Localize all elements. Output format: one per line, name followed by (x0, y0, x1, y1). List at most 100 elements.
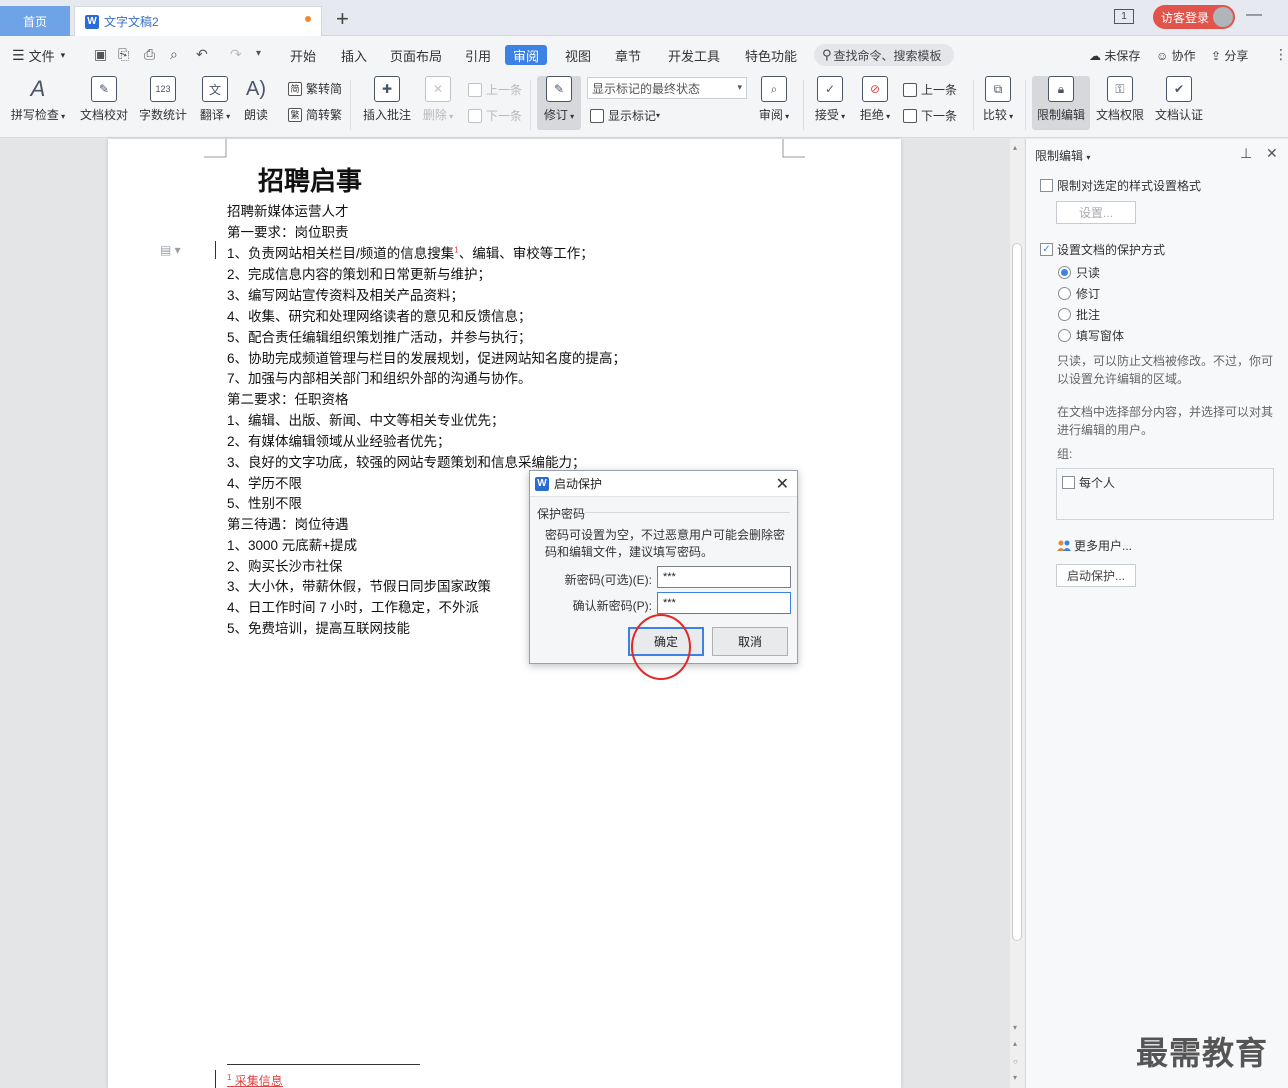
restrict-edit-button[interactable]: 🔒︎ 限制编辑 (1032, 76, 1090, 123)
spell-check-button[interactable]: A 拼写检查 ▾ (8, 76, 68, 123)
cancel-button[interactable]: 取消 (712, 627, 788, 656)
radio-form[interactable]: 填写窗体 (1058, 327, 1124, 344)
next-page-icon[interactable]: ▾ (1013, 1073, 1017, 1082)
panel-title[interactable]: 限制编辑 ▾ (1035, 147, 1090, 164)
document-line: 2、购买长沙市社保 (227, 559, 343, 574)
menu-start[interactable]: 开始 (290, 46, 316, 65)
radio-comment[interactable]: 批注 (1058, 306, 1100, 323)
tab-document[interactable]: W 文字文稿2 (74, 6, 322, 36)
file-menu[interactable]: ☰ 文件 ▾ (12, 46, 65, 65)
ok-button[interactable]: 确定 (628, 627, 704, 656)
print-icon[interactable]: ⎙ (144, 46, 155, 63)
new-tab-button[interactable]: + (336, 8, 349, 30)
prev-comment-button[interactable]: 上一条 (468, 81, 522, 98)
radio-readonly[interactable]: 只读 (1058, 264, 1100, 281)
simp-to-trad-button[interactable]: 繁 简转繁 (288, 106, 342, 123)
document-line: 第三待遇：岗位待遇 (227, 517, 349, 532)
radio-track[interactable]: 修订 (1058, 285, 1100, 302)
prev-change-button[interactable]: 上一条 (903, 81, 957, 98)
paragraph-menu-icon[interactable]: ▤ ▾ (160, 243, 181, 257)
confirm-password-input[interactable]: *** (657, 592, 791, 614)
prev-page-icon[interactable]: ▴ (1013, 1039, 1017, 1048)
page-indicator-icon[interactable]: 1 (1114, 9, 1134, 24)
menu-view[interactable]: 视图 (565, 46, 591, 65)
guest-login-button[interactable]: 访客登录 (1153, 5, 1235, 29)
menu-review[interactable]: 审阅 (505, 45, 547, 65)
document-line: 4、学历不限 (227, 476, 303, 491)
menu-features[interactable]: 特色功能 (745, 46, 797, 65)
document-line: 1、编辑、出版、新闻、中文等相关专业优先； (227, 413, 505, 428)
radio-dot (1058, 308, 1071, 321)
more-users-link[interactable]: 更多用户... (1057, 537, 1132, 554)
restrict-format-checkbox[interactable]: 限制对选定的样式设置格式 (1040, 177, 1201, 194)
scrollbar-thumb[interactable] (1012, 243, 1022, 941)
document-line: 1、负责网站相关栏目/频道的信息搜集1、编辑、审校等工作； (227, 242, 594, 262)
word-count-label: 字数统计 (138, 108, 187, 122)
file-menu-label: 文件 (28, 49, 55, 64)
minimize-button[interactable]: — (1246, 6, 1262, 24)
radio-dot (1058, 287, 1071, 300)
restrict-edit-label: 限制编辑 (1036, 108, 1085, 122)
new-password-input[interactable]: *** (657, 566, 791, 588)
menu-references[interactable]: 引用 (465, 46, 491, 65)
command-search-input[interactable]: ⚲ 查找命令、搜索模板 (814, 44, 954, 66)
everyone-checkbox[interactable]: 每个人 (1062, 474, 1115, 491)
document-line: 6、协助完成频道管理与栏目的发展规划，促进网站知名度的提高； (227, 351, 627, 366)
compare-button[interactable]: ⧉ 比较 ▾ (979, 76, 1017, 123)
menu-insert[interactable]: 插入 (341, 46, 367, 65)
print-preview-icon[interactable]: ⌕ (170, 46, 178, 63)
export-icon[interactable]: ⎘ (118, 46, 129, 63)
accept-button[interactable]: ✓ 接受 ▾ (810, 76, 850, 123)
reject-button[interactable]: ⊘ 拒绝 ▾ (855, 76, 895, 123)
show-markup-button[interactable]: 显示标记 ▾ (590, 107, 660, 124)
share-button[interactable]: ⇪ 分享 (1211, 47, 1248, 64)
menu-page-layout[interactable]: 页面布局 (390, 46, 442, 65)
dialog-title-bar[interactable]: W 启动保护 ✕ (530, 471, 797, 497)
group-divider (585, 512, 790, 513)
vertical-scrollbar[interactable]: ▴ ▾ ▴ ○ ▾ (1010, 139, 1024, 1088)
unsaved-button[interactable]: ☁ 未保存 (1089, 47, 1140, 64)
close-icon[interactable]: ✕ (776, 474, 789, 494)
insert-comment-button[interactable]: ✚ 插入批注 (360, 76, 414, 123)
read-aloud-button[interactable]: A) 朗读 (240, 76, 272, 123)
doc-cert-button[interactable]: ✔ 文档认证 (1152, 76, 1206, 123)
track-changes-label: 修订 (543, 108, 568, 122)
document-line: 招聘新媒体运营人才 (227, 204, 349, 219)
pin-icon[interactable]: ⊥ (1240, 145, 1252, 162)
save-icon[interactable]: ▣ (94, 46, 107, 63)
doc-permission-button[interactable]: ⚿ 文档权限 (1093, 76, 1147, 123)
word-count-button[interactable]: 123 字数统计 (137, 76, 189, 123)
review-pane-button[interactable]: ⌕ 审阅 ▾ (755, 76, 793, 123)
next-comment-button[interactable]: 下一条 (468, 107, 522, 124)
simp-trad-label: 简转繁 (306, 108, 343, 122)
next-change-button[interactable]: 下一条 (903, 107, 957, 124)
scroll-up-icon[interactable]: ▴ (1013, 143, 1017, 152)
more-icon[interactable]: ⋮ (1274, 46, 1288, 63)
trad-to-simp-button[interactable]: 简 繁转简 (288, 80, 342, 97)
undo-icon[interactable]: ↶ (196, 46, 208, 63)
start-protection-button[interactable]: 启动保护... (1056, 564, 1136, 587)
redo-icon[interactable]: ↷ (230, 46, 242, 63)
markup-state-select[interactable]: 显示标记的最终状态 ▾ (587, 77, 747, 99)
collaborate-button[interactable]: ☺ 协作 (1156, 47, 1196, 64)
scroll-down-icon[interactable]: ▾ (1013, 1023, 1017, 1032)
menu-section[interactable]: 章节 (615, 46, 641, 65)
tab-home[interactable]: 首页 (0, 6, 70, 36)
accept-icon: ✓ (817, 76, 843, 102)
chevron-down-icon: ▾ (1006, 112, 1014, 121)
doc-cert-label: 文档认证 (1154, 108, 1203, 122)
translate-button[interactable]: 文 翻译 ▾ (195, 76, 235, 123)
menu-developer[interactable]: 开发工具 (668, 46, 720, 65)
doc-proof-button[interactable]: ✎ 文档校对 (78, 76, 130, 123)
track-changes-button[interactable]: ✎ 修订 ▾ (537, 76, 581, 123)
footnote-text[interactable]: 1 采集信息 (227, 1072, 283, 1088)
protection-mode-checkbox[interactable]: ✓ 设置文档的保护方式 (1040, 241, 1165, 258)
page-corner-mark (782, 139, 805, 158)
group-list[interactable]: 每个人 (1056, 468, 1274, 520)
customize-toolbar-icon[interactable]: ▾ (256, 48, 261, 59)
settings-button[interactable]: 设置... (1056, 201, 1136, 224)
close-icon[interactable]: ✕ (1266, 145, 1278, 162)
radio-readonly-label: 只读 (1076, 266, 1101, 280)
select-browse-icon[interactable]: ○ (1013, 1057, 1018, 1066)
delete-comment-button[interactable]: ✕ 删除 ▾ (418, 76, 458, 123)
